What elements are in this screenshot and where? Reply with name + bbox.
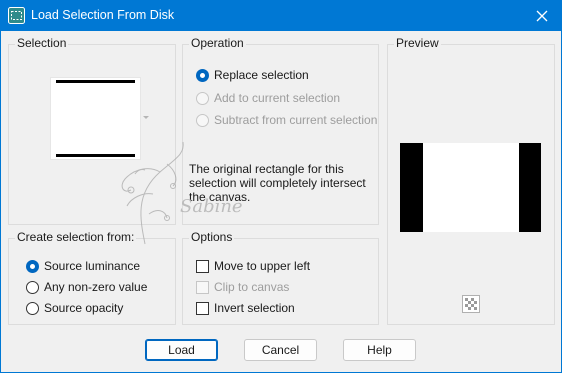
options-group: Options Move to upper left Clip to canva… bbox=[182, 230, 379, 325]
radio-indicator[interactable] bbox=[26, 301, 39, 315]
add-to-selection-radio[interactable]: Add to current selection bbox=[196, 91, 340, 105]
any-non-zero-label: Any non-zero value bbox=[44, 280, 148, 294]
load-button[interactable]: Load bbox=[145, 339, 218, 361]
selection-app-icon bbox=[8, 7, 25, 24]
source-luminance-radio[interactable]: Source luminance bbox=[26, 259, 140, 273]
checkbox-indicator[interactable] bbox=[196, 259, 209, 273]
clip-to-canvas-checkbox[interactable]: Clip to canvas bbox=[196, 280, 289, 294]
move-to-upper-left-label: Move to upper left bbox=[214, 259, 311, 273]
title-bar: Load Selection From Disk bbox=[0, 0, 562, 31]
move-to-upper-left-checkbox[interactable]: Move to upper left bbox=[196, 259, 310, 273]
replace-selection-radio[interactable]: Replace selection bbox=[196, 68, 309, 82]
checkerboard-icon[interactable] bbox=[462, 295, 480, 313]
dialog-body: Selection Operation Replace selection Ad… bbox=[1, 31, 561, 372]
create-from-group: Create selection from: Source luminance … bbox=[8, 230, 176, 325]
operation-legend: Operation bbox=[189, 36, 246, 50]
operation-info-text: The original rectangle for this selectio… bbox=[189, 162, 366, 204]
cancel-button[interactable]: Cancel bbox=[244, 339, 317, 361]
options-legend: Options bbox=[189, 230, 235, 244]
selection-legend: Selection bbox=[15, 36, 69, 50]
radio-indicator[interactable] bbox=[26, 280, 39, 294]
add-to-selection-label: Add to current selection bbox=[214, 91, 341, 105]
preview-left-bar bbox=[400, 143, 423, 232]
window-title: Load Selection From Disk bbox=[31, 8, 175, 22]
preview-legend: Preview bbox=[394, 36, 441, 50]
radio-indicator[interactable] bbox=[196, 68, 209, 82]
radio-indicator[interactable] bbox=[26, 259, 39, 273]
create-from-legend: Create selection from: bbox=[15, 230, 137, 244]
selection-thumbnail[interactable] bbox=[50, 77, 141, 160]
dropdown-arrow-icon[interactable] bbox=[143, 116, 149, 119]
clip-to-canvas-label: Clip to canvas bbox=[214, 280, 290, 294]
preview-group: Preview bbox=[387, 36, 555, 325]
close-button[interactable] bbox=[522, 0, 562, 31]
thumbnail-top-bar bbox=[56, 80, 135, 83]
radio-indicator[interactable] bbox=[196, 113, 209, 127]
preview-right-bar bbox=[519, 143, 541, 232]
close-icon bbox=[536, 10, 548, 21]
checkbox-indicator[interactable] bbox=[196, 301, 209, 315]
preview-image bbox=[400, 143, 541, 232]
checkbox-indicator[interactable] bbox=[196, 280, 209, 294]
thumbnail-bottom-bar bbox=[56, 154, 135, 157]
help-button[interactable]: Help bbox=[343, 339, 416, 361]
source-opacity-radio[interactable]: Source opacity bbox=[26, 301, 123, 315]
subtract-from-selection-label: Subtract from current selection bbox=[214, 113, 378, 127]
source-opacity-label: Source opacity bbox=[44, 301, 124, 315]
any-non-zero-radio[interactable]: Any non-zero value bbox=[26, 280, 147, 294]
source-luminance-label: Source luminance bbox=[44, 259, 141, 273]
radio-indicator[interactable] bbox=[196, 91, 209, 105]
subtract-from-selection-radio[interactable]: Subtract from current selection bbox=[196, 113, 377, 127]
invert-selection-checkbox[interactable]: Invert selection bbox=[196, 301, 295, 315]
invert-selection-label: Invert selection bbox=[214, 301, 295, 315]
replace-selection-label: Replace selection bbox=[214, 68, 309, 82]
selection-group: Selection bbox=[8, 36, 176, 225]
